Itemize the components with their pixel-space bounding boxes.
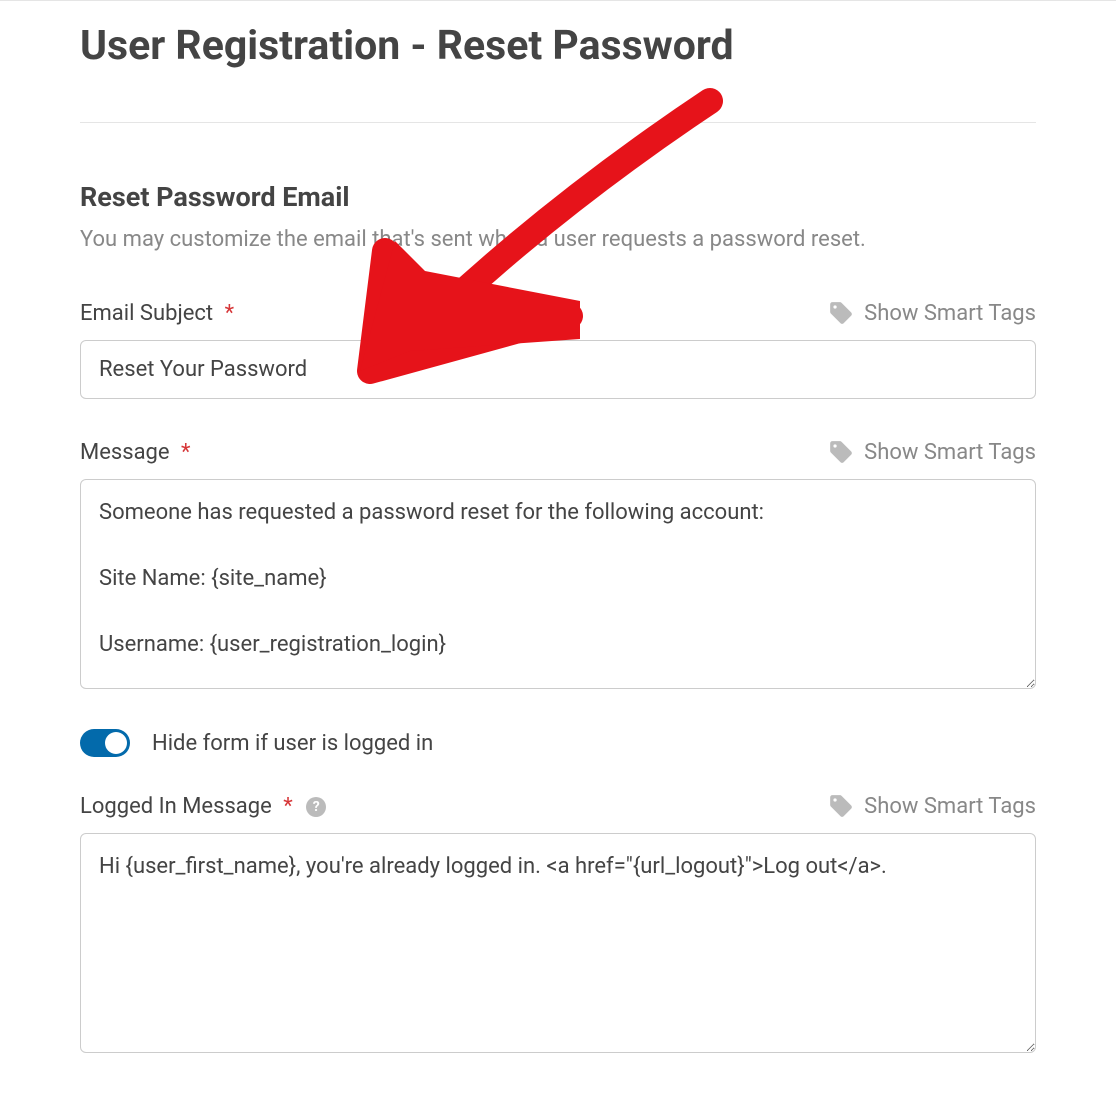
tag-icon <box>828 300 854 326</box>
hide-form-toggle-label: Hide form if user is logged in <box>152 731 433 756</box>
page-title: User Registration - Reset Password <box>80 21 1036 72</box>
hide-form-toggle[interactable] <box>80 729 130 757</box>
smart-tags-label: Show Smart Tags <box>864 440 1036 465</box>
email-subject-row: Email Subject * Show Smart Tags <box>80 300 1036 326</box>
message-row: Message * Show Smart Tags <box>80 439 1036 465</box>
email-subject-input[interactable] <box>80 340 1036 399</box>
section-heading: Reset Password Email <box>80 181 1036 213</box>
logged-in-message-label: Logged In Message * ? <box>80 794 326 819</box>
smart-tags-button-message[interactable]: Show Smart Tags <box>828 439 1036 465</box>
message-label-text: Message <box>80 440 170 465</box>
smart-tags-label: Show Smart Tags <box>864 301 1036 326</box>
hide-form-toggle-row: Hide form if user is logged in <box>80 729 1036 757</box>
toggle-knob <box>105 732 127 754</box>
top-divider <box>0 0 1116 1</box>
smart-tags-button-subject[interactable]: Show Smart Tags <box>828 300 1036 326</box>
tag-icon <box>828 793 854 819</box>
required-marker: * <box>225 301 234 326</box>
tag-icon <box>828 439 854 465</box>
message-textarea[interactable] <box>80 479 1036 689</box>
email-subject-label: Email Subject * <box>80 301 234 326</box>
smart-tags-label: Show Smart Tags <box>864 794 1036 819</box>
required-marker: * <box>283 794 292 819</box>
message-label: Message * <box>80 440 191 465</box>
help-icon[interactable]: ? <box>306 797 326 817</box>
logged-in-message-row: Logged In Message * ? Show Smart Tags <box>80 793 1036 819</box>
logged-in-message-textarea[interactable] <box>80 833 1036 1053</box>
main-content: User Registration - Reset Password Reset… <box>0 21 1116 1057</box>
smart-tags-button-logged[interactable]: Show Smart Tags <box>828 793 1036 819</box>
email-subject-label-text: Email Subject <box>80 301 213 326</box>
section-divider <box>80 122 1036 123</box>
required-marker: * <box>181 440 190 465</box>
section-description: You may customize the email that's sent … <box>80 225 1036 256</box>
logged-in-message-label-text: Logged In Message <box>80 794 272 819</box>
